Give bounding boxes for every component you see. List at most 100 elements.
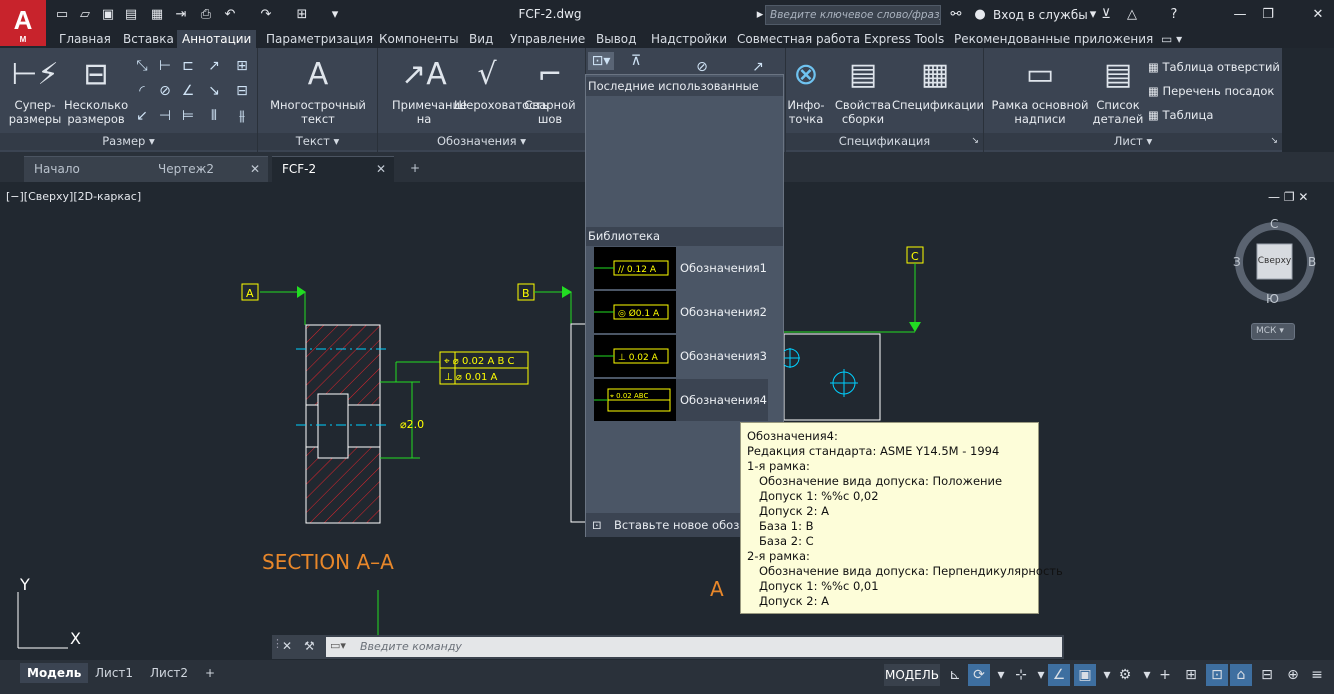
viewcube-south[interactable]: Ю [1266, 292, 1279, 306]
a360-icon[interactable]: △ [1124, 7, 1140, 23]
ucs-dropdown[interactable]: МСК ▾ [1251, 323, 1295, 340]
open-folder-icon[interactable]: ▱ [77, 7, 93, 23]
command-input[interactable]: ▭▾ Введите команду [326, 637, 1062, 657]
super-dimension-button[interactable]: ⊢⚡ Супер-размеры [8, 56, 62, 126]
surface-texture-button[interactable]: √ Шероховатость [454, 56, 549, 112]
save-icon[interactable]: ▣ [100, 7, 116, 23]
tab-express-tools[interactable]: Express Tools [859, 30, 949, 48]
layout-tab-model[interactable]: Модель [20, 663, 89, 683]
datum-identifier-icon[interactable]: ⊼ [626, 52, 646, 70]
chain-dim-icon[interactable]: ⊟ [232, 82, 252, 100]
tab-parametric[interactable]: Параметризация [261, 30, 378, 48]
title-border-button[interactable]: ▭ Рамка основной надписи [986, 56, 1094, 126]
undo-icon[interactable]: ↶ [222, 7, 238, 23]
viewcube-west[interactable]: З [1233, 255, 1241, 269]
viewcube-north[interactable]: С [1270, 217, 1278, 231]
redo-icon[interactable]: ↷ [258, 7, 274, 23]
close-tab-icon[interactable]: ✕ [376, 157, 386, 181]
parts-list-button[interactable]: ▤ Список деталей [1092, 56, 1144, 126]
spec-panel-label[interactable]: Спецификация ↘ [786, 133, 983, 150]
ordinate-dim-icon[interactable]: ⊞ [232, 57, 252, 75]
ortho-icon[interactable]: ⊹ [1010, 664, 1032, 686]
hole-table-button[interactable]: ▦ Таблица отверстий [1148, 60, 1280, 74]
close-icon[interactable]: ✕ [1310, 7, 1326, 23]
snap-dropdown-icon[interactable]: ▾ [990, 664, 1012, 686]
update-dim-icon[interactable]: ⫵ [232, 107, 252, 125]
linear-dim-icon[interactable]: ⊢ [155, 57, 175, 75]
search-input[interactable]: Введите ключевое слово/фразу [765, 5, 941, 25]
new-tab-icon[interactable]: + [400, 156, 426, 182]
customize-icon[interactable]: ≡ [1306, 664, 1328, 686]
tab-insert[interactable]: Вставка [118, 30, 179, 48]
assembly-props-button[interactable]: ▤ Свойства сборки [832, 56, 894, 126]
tab-home[interactable]: Главная [54, 30, 116, 48]
layout-tab-sheet1[interactable]: Лист1 [88, 663, 140, 683]
close-cmd-icon[interactable]: ✕ [282, 639, 292, 653]
plus-icon[interactable]: + [1154, 664, 1176, 686]
weld-symbol-button[interactable]: ⌐ Сварной шов [520, 56, 580, 126]
add-layout-icon[interactable]: + [198, 663, 222, 683]
angular-dim-icon[interactable]: ∠ [178, 82, 198, 100]
workspace-icon[interactable]: ⊞ [294, 7, 310, 23]
library-item[interactable]: ◎ Ø0.1 A Обозначения2 [594, 291, 768, 333]
break-dim-icon[interactable]: ⊣ [155, 107, 175, 125]
hardware-accel-icon[interactable]: ⌂ [1230, 664, 1252, 686]
customize-wrench-icon[interactable]: ⚒ [304, 639, 315, 653]
baseline-dim-icon[interactable]: ⊏ [178, 57, 198, 75]
clean-screen-icon[interactable]: ⊟ [1256, 664, 1278, 686]
text-panel-label[interactable]: Текст ▾ [258, 133, 377, 150]
arc-dim-icon[interactable]: ◜ [132, 82, 152, 100]
tab-view[interactable]: Вид [464, 30, 498, 48]
ribbon-minimize-icon[interactable]: ▭ ▾ [1156, 30, 1187, 48]
diameter-dim-icon[interactable]: ⊘ [155, 82, 175, 100]
aligned-dim-icon[interactable]: ⤡ [132, 57, 152, 75]
library-item-hover[interactable]: ⌖ 0.02 ABC Обозначения4 [594, 379, 768, 421]
minimize-icon[interactable]: — [1232, 7, 1248, 23]
model-space-button[interactable]: МОДЕЛЬ [884, 664, 940, 686]
file-tab-fcf2[interactable]: FCF-2 ✕ [272, 156, 394, 182]
snap-icon[interactable]: ⟳ [968, 664, 990, 686]
edit-dim-icon[interactable]: ⫴ [204, 107, 224, 125]
isolate-icon[interactable]: ⊡ [1206, 664, 1228, 686]
library-item[interactable]: // 0.12 A Обозначения1 [594, 247, 768, 289]
table-button[interactable]: ▦ Таблица [1148, 108, 1213, 122]
sheet-panel-label[interactable]: Лист ▾ ↘ [984, 133, 1282, 150]
space-dim-icon[interactable]: ⊨ [178, 107, 198, 125]
library-item[interactable]: ⊥ 0.02 A Обозначения3 [594, 335, 768, 377]
tab-collaborate[interactable]: Совместная работа [732, 30, 865, 48]
layout-tab-sheet2[interactable]: Лист2 [143, 663, 195, 683]
save-as-icon[interactable]: ▤ [123, 7, 139, 23]
bom-button[interactable]: ▦ Спецификации [892, 56, 984, 112]
osnap-icon[interactable]: ▣ [1074, 664, 1096, 686]
tab-featured-apps[interactable]: Рекомендованные приложения [949, 30, 1158, 48]
radius-dim-icon[interactable]: ↘ [204, 82, 224, 100]
symbols-panel-label[interactable]: Обозначения ▾ [378, 133, 585, 150]
tab-annotate[interactable]: Аннотации [177, 30, 257, 48]
login-button[interactable]: Вход в службы [993, 8, 1088, 22]
restore-icon[interactable]: ❐ [1260, 7, 1276, 23]
multiline-text-button[interactable]: A Многострочный текст [268, 56, 368, 126]
plot-export-icon[interactable]: ⇥ [173, 7, 189, 23]
file-tab-drawing2[interactable]: Чертеж2 ✕ [148, 156, 268, 182]
cart-icon[interactable]: ⊻ [1098, 7, 1114, 23]
leader-dim-icon[interactable]: ↗ [204, 57, 224, 75]
file-tab-start[interactable]: Начало [24, 156, 148, 182]
qat-dropdown-icon[interactable]: ▾ [327, 7, 343, 23]
fcf-split-icon[interactable]: ⊡▾ [588, 52, 614, 70]
balloon-button[interactable]: ⊗ Инфо-точка [786, 56, 826, 126]
viewcube[interactable]: Сверху С Ю З В [1233, 217, 1316, 306]
leader-note-button[interactable]: ↗A Примечание на [392, 56, 467, 126]
tab-manage[interactable]: Управление [505, 30, 590, 48]
tab-output[interactable]: Вывод [591, 30, 641, 48]
fits-list-button[interactable]: ▦ Перечень посадок [1148, 84, 1274, 98]
polar-icon[interactable]: ∠ [1048, 664, 1070, 686]
grip-icon[interactable]: ⋮ [272, 637, 283, 657]
close-tab-icon[interactable]: ✕ [250, 157, 260, 181]
jogged-dim-icon[interactable]: ↙ [132, 107, 152, 125]
settings-gear-icon[interactable]: ⚙ [1114, 664, 1136, 686]
application-menu-button[interactable]: AM [0, 0, 46, 46]
print-icon[interactable]: ⎙ [198, 7, 214, 23]
grid-icon[interactable]: ⊾ [944, 664, 966, 686]
annotation-monitor-icon[interactable]: ⊕ [1282, 664, 1304, 686]
workspace-switch-icon[interactable]: ⊞ [1180, 664, 1202, 686]
